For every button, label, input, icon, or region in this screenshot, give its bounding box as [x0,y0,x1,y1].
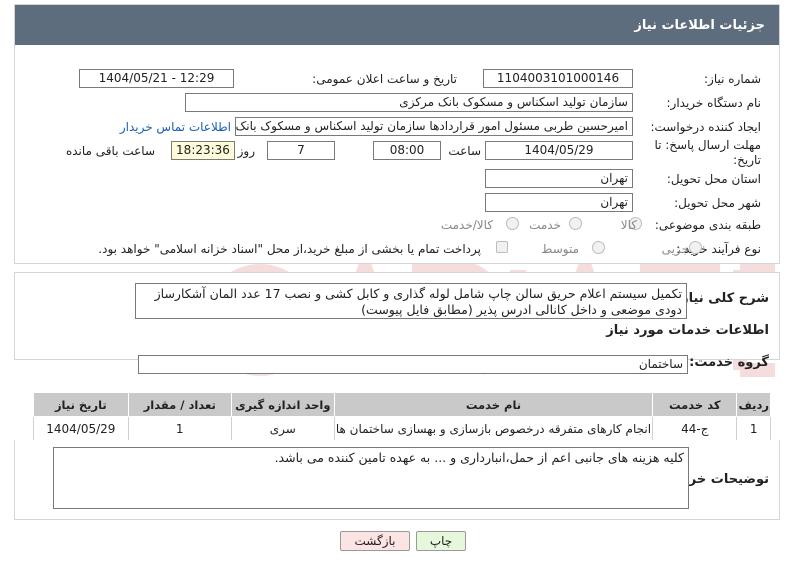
deadline-time-field[interactable]: 08:00 [373,141,441,160]
announce-datetime-field[interactable]: 1404/05/21 - 12:29 [79,69,234,88]
service-group-label: گروه خدمت: [689,355,769,370]
treasury-bonds-note: پرداخت تمام یا بخشی از مبلغ خرید،از محل … [98,242,481,256]
category-service-option: خدمت [529,218,561,232]
creator-field[interactable]: امیرحسین طربی مسئول امور قراردادها سازما… [235,117,633,136]
need-summary-section: شرح کلی نیاز: تکمیل سیستم اعلام حریق سال… [14,272,780,370]
treasury-bonds-checkbox[interactable] [496,241,508,253]
buyer-org-label: نام دستگاه خریدار: [666,96,762,110]
service-group-field[interactable]: ساختمان [138,355,688,374]
deadline-label: مهلت ارسال پاسخ: تا [654,138,761,152]
col-service-name: نام خدمت [333,392,654,417]
services-section-title: اطلاعات خدمات مورد نیاز [606,323,769,338]
cell-service-name: انجام کارهای متفرقه درخصوص بازسازی و بهس… [333,416,654,441]
category-goods-service-radio[interactable] [506,217,519,230]
process-medium-radio[interactable] [592,241,605,254]
process-minor-option: جزیی [661,242,689,256]
services-table-header: ردیف کد خدمت نام خدمت واحد اندازه گیری ت… [33,392,771,417]
days-remaining-field[interactable]: 7 [267,141,335,160]
col-quantity: تعداد / مقدار [127,392,232,417]
remaining-time-label: ساعت باقی مانده [65,144,155,158]
col-need-date: تاریخ نیاز [33,392,129,417]
process-medium-option: متوسط [541,242,579,256]
category-service-radio[interactable] [569,217,582,230]
cell-service-code: ج-44 [652,416,738,441]
category-goods-option: کالا [620,218,637,232]
buyer-org-field[interactable]: سازمان تولید اسکناس و مسکوک بانک مرکزی [185,93,633,112]
summary-textarea[interactable]: تکمیل سیستم اعلام حریق سالن چاپ شامل لول… [135,283,687,319]
creator-label: ایجاد کننده درخواست: [650,120,761,134]
city-label: شهر محل تحویل: [674,196,761,210]
remaining-time-field: 18:23:36 [171,141,235,160]
cell-quantity: 1 [127,416,232,441]
buyer-contact-link[interactable]: اطلاعات تماس خریدار [120,120,231,134]
deadline-date-field[interactable]: 1404/05/29 [485,141,633,160]
table-row[interactable]: 1 ج-44 انجام کارهای متفرقه درخصوص بازساز… [33,416,771,441]
col-service-code: کد خدمت [652,392,738,417]
buyer-notes-textarea[interactable]: کلیه هزینه های جانبی اعم از حمل،انباردار… [53,447,689,509]
category-label: طبقه بندی موضوعی: [654,218,761,232]
province-label: استان محل تحویل: [666,172,761,186]
panel-header: جزئیات اطلاعات نیاز [15,5,779,45]
panel-title: جزئیات اطلاعات نیاز [634,18,765,33]
cell-row: 1 [736,416,771,441]
process-minor-radio[interactable] [689,241,702,254]
province-field[interactable]: تهران [485,169,633,188]
need-number-label: شماره نیاز: [704,72,761,86]
services-table: ردیف کد خدمت نام خدمت واحد اندازه گیری ت… [33,392,771,441]
cell-unit: سری [230,416,335,441]
print-button[interactable]: چاپ [416,531,466,551]
deadline-label-date: تاریخ: [733,153,761,167]
city-field[interactable]: تهران [485,193,633,212]
cell-need-date: 1404/05/29 [33,416,129,441]
summary-label: شرح کلی نیاز: [675,291,769,306]
col-row: ردیف [736,392,771,417]
deadline-time-label: ساعت [448,144,481,158]
need-details-panel: جزئیات اطلاعات نیاز شماره نیاز: 11040031… [14,4,780,264]
buyer-notes-section: توضیحات خریدار: کلیه هزینه های جانبی اعم… [14,440,780,520]
announce-label: تاریخ و ساعت اعلان عمومی: [312,72,457,86]
back-button[interactable]: بازگشت [340,531,410,551]
category-goods-service-option: کالا/خدمت [440,218,493,232]
col-unit: واحد اندازه گیری [230,392,335,417]
need-number-field[interactable]: 1104003101000146 [483,69,633,88]
